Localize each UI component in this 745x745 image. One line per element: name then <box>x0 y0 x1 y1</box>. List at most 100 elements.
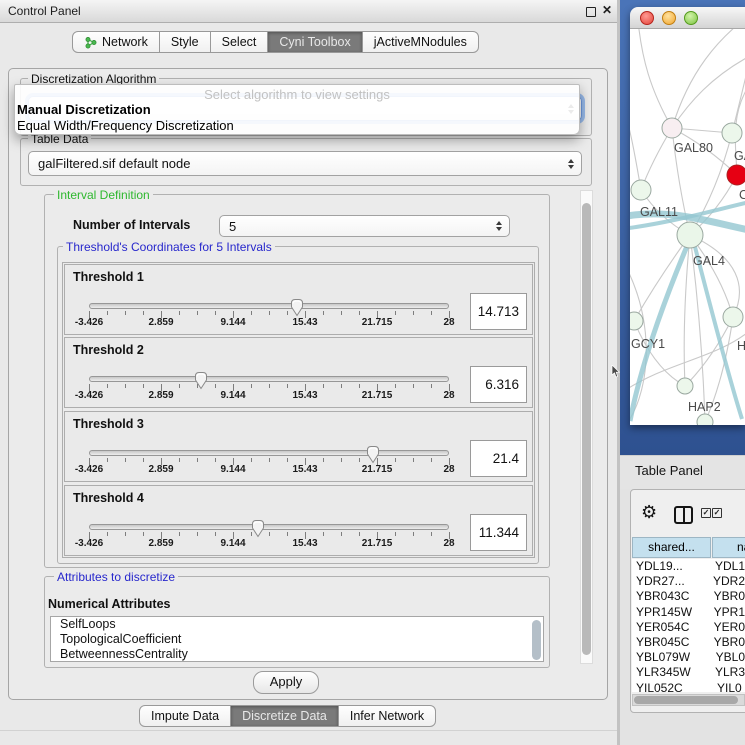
network-edge[interactable] <box>684 235 690 386</box>
tab-select[interactable]: Select <box>210 31 269 53</box>
checkbox-icon[interactable]: ✓ <box>712 508 722 518</box>
network-node-gal4[interactable] <box>677 222 703 248</box>
slider-tick <box>125 532 126 536</box>
attribute-list-item[interactable]: SelfLoops <box>51 617 543 632</box>
network-node-h[interactable] <box>723 307 743 327</box>
slider-track[interactable] <box>89 450 449 456</box>
slider-tick <box>431 311 432 315</box>
slider-tick <box>143 458 144 462</box>
threshold-value-field[interactable]: 6.316 <box>470 366 527 403</box>
columns-icon[interactable] <box>674 506 693 524</box>
slider-tick-label: -3.426 <box>75 464 103 475</box>
network-highlight-edge[interactable] <box>694 243 742 419</box>
network-highlight-edge[interactable] <box>630 239 690 421</box>
tab-discretize-data[interactable]: Discretize Data <box>230 705 339 727</box>
threshold-label: Threshold 3 <box>73 417 144 431</box>
tab-infer-network[interactable]: Infer Network <box>338 705 436 727</box>
tab-network[interactable]: Network <box>72 31 160 53</box>
tab-label: Impute Data <box>151 709 219 723</box>
table-row[interactable]: YPR145WYPR1 <box>632 605 745 620</box>
apply-button[interactable]: Apply <box>253 671 319 694</box>
gear-icon[interactable]: ⚙ <box>641 502 657 523</box>
network-node-gcy1[interactable] <box>630 312 643 330</box>
slider-tick <box>341 458 342 462</box>
slider-tick <box>341 532 342 536</box>
threshold-panel-1: Threshold 1-3.4262.8599.14415.4321.71528… <box>64 264 533 335</box>
algorithm-dropdown-popup: Select algorithm to view settings Manual… <box>14 84 580 135</box>
tab-cyni-toolbox[interactable]: Cyni Toolbox <box>267 31 362 53</box>
tab-label: Cyni Toolbox <box>279 35 350 49</box>
checkbox-icon[interactable]: ✓ <box>701 508 711 518</box>
cell-shared-name: YBL079W <box>632 650 711 665</box>
dropdown-option-manual[interactable]: Manual Discretization <box>17 102 151 117</box>
attributes-list-scrollbar[interactable] <box>532 620 541 660</box>
slider-tick <box>197 532 198 536</box>
table-row[interactable]: YER054CYER0 <box>632 620 745 635</box>
threshold-value-field[interactable]: 21.4 <box>470 440 527 477</box>
tab-impute-data[interactable]: Impute Data <box>139 705 231 727</box>
numerical-attributes-list[interactable]: SelfLoopsTopologicalCoefficientBetweenne… <box>50 616 544 662</box>
panel-scrollbar-thumb[interactable] <box>582 203 591 655</box>
slider-tick <box>251 311 252 315</box>
network-node-gal11[interactable] <box>631 180 651 200</box>
network-node-gal80[interactable] <box>662 118 682 138</box>
slider-tick <box>395 458 396 462</box>
slider-thumb[interactable] <box>289 298 305 322</box>
table-column-header[interactable]: name <box>712 537 745 558</box>
network-edge[interactable] <box>638 29 672 128</box>
attribute-list-item[interactable]: TopologicalCoefficient <box>51 632 543 647</box>
slider-thumb[interactable] <box>193 371 209 395</box>
table-column-header[interactable]: shared... <box>632 537 711 558</box>
network-node-ga[interactable] <box>722 123 742 143</box>
threshold-value-field[interactable]: 11.344 <box>470 514 527 551</box>
attribute-list-item[interactable]: BetweennessCentrality <box>51 647 543 662</box>
number-of-intervals-label: Number of Intervals <box>73 218 190 232</box>
slider-tick <box>179 458 180 462</box>
mouse-cursor <box>611 365 620 378</box>
close-icon[interactable]: ✕ <box>602 3 612 17</box>
table-row[interactable]: YBR043CYBR0 <box>632 589 745 604</box>
network-edge[interactable] <box>732 49 745 133</box>
network-canvas[interactable]: GAL80GACGAL11GAL4GCY1HHAP2 <box>630 29 745 425</box>
tab-style[interactable]: Style <box>159 31 211 53</box>
slider-tick <box>143 384 144 388</box>
float-window-icon[interactable] <box>586 7 596 17</box>
network-node[interactable] <box>697 414 713 425</box>
slider-track[interactable] <box>89 376 449 382</box>
slider-tick <box>395 311 396 315</box>
network-node-hap2[interactable] <box>677 378 693 394</box>
slider-tick <box>431 458 432 462</box>
slider-track[interactable] <box>89 303 449 309</box>
network-node-label: GCY1 <box>631 337 665 351</box>
slider-tick-label: -3.426 <box>75 317 103 328</box>
table-hscrollbar-thumb[interactable] <box>634 696 738 704</box>
mac-minimize-icon[interactable] <box>662 11 676 25</box>
table-row[interactable]: YBL079WYBL0 <box>632 650 745 665</box>
slider-track[interactable] <box>89 524 449 530</box>
slider-tick <box>287 384 288 388</box>
slider-thumb[interactable] <box>365 445 381 469</box>
table-row[interactable]: YDR27...YDR2 <box>632 574 745 589</box>
dropdown-hint: Select algorithm to view settings <box>15 87 579 102</box>
table-row[interactable]: YDL19...YDL1 <box>632 559 745 574</box>
table-row[interactable]: YIL052CYIL0 <box>632 681 745 693</box>
network-edge[interactable] <box>630 109 641 190</box>
network-edge[interactable] <box>685 317 733 386</box>
number-of-intervals-spinner[interactable]: 5 <box>219 215 510 237</box>
table-rows[interactable]: YDL19...YDL1YDR27...YDR2YBR043CYBR0YPR14… <box>632 559 745 692</box>
table-row[interactable]: YLR345WYLR3 <box>632 665 745 680</box>
mac-close-icon[interactable] <box>640 11 654 25</box>
slider-thumb[interactable] <box>250 519 266 543</box>
dropdown-option-equal-width[interactable]: Equal Width/Frequency Discretization <box>17 118 234 133</box>
network-edge[interactable] <box>672 57 745 128</box>
tab-jactivemnodules[interactable]: jActiveMNodules <box>362 31 479 53</box>
network-node-c[interactable] <box>727 165 745 185</box>
table-row[interactable]: YBR045CYBR0 <box>632 635 745 650</box>
tab-label: Infer Network <box>350 709 424 723</box>
table-panel-title: Table Panel <box>635 463 703 478</box>
mac-zoom-icon[interactable] <box>684 11 698 25</box>
threshold-value-field[interactable]: 14.713 <box>470 293 527 330</box>
tab-label: Style <box>171 35 199 49</box>
table-data-combo[interactable]: galFiltered.sif default node <box>28 151 582 176</box>
cell-name: YDR2 <box>708 574 745 589</box>
